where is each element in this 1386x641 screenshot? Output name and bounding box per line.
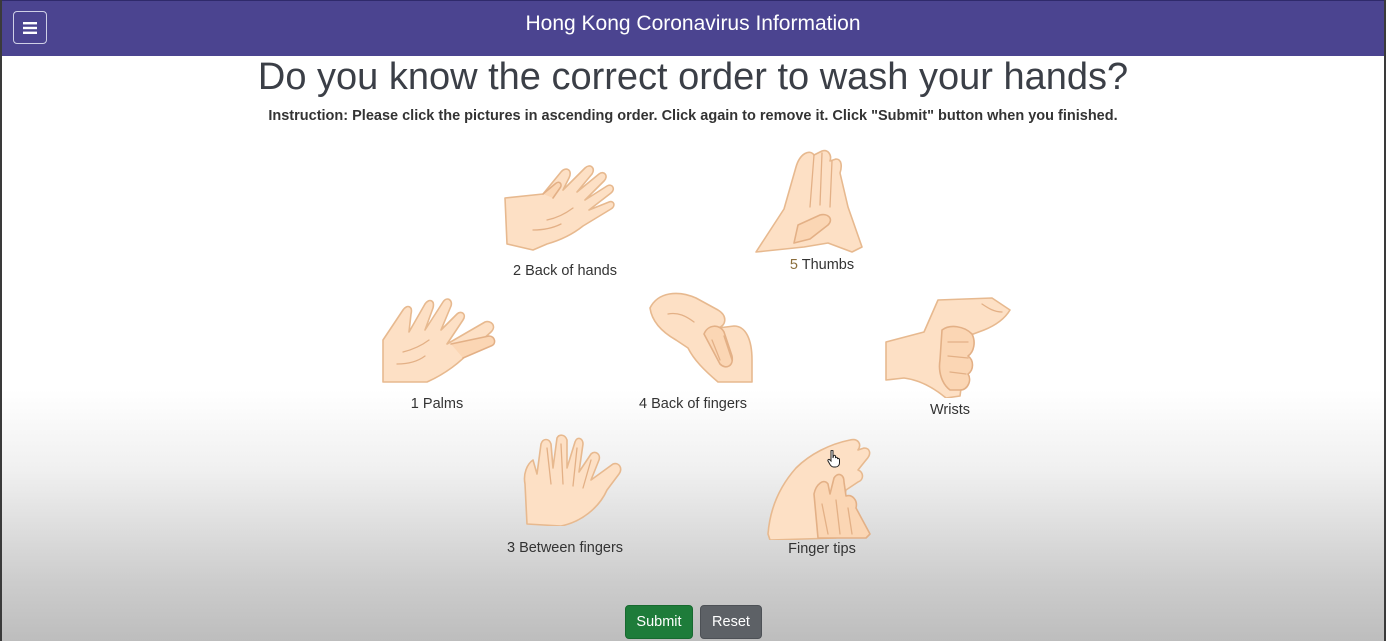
navbar: Hong Kong Coronavirus Information [2,0,1384,56]
step-caption-finger-tips: Finger tips [722,541,922,557]
palms-icon [382,298,496,383]
step-card-finger-tips[interactable]: Finger tips [722,432,922,562]
back-of-fingers-icon [649,292,753,383]
step-caption-palms: 1 Palms [337,396,537,412]
hand-pointer-cursor-icon [827,450,840,468]
back-of-hands-icon [504,165,615,251]
step-caption-back-of-fingers: 4 Back of fingers [593,396,793,412]
step-caption-back-of-hands: 2 Back of hands [465,263,665,279]
step-card-wrists[interactable]: Wrists [850,296,1050,426]
step-card-palms[interactable]: 1 Palms [337,290,537,420]
wrists-icon [885,297,1011,398]
step-name: Wrists [929,402,970,418]
between-fingers-icon [523,434,622,526]
instruction-text: Instruction: Please click the pictures i… [268,108,1118,124]
thumbs-icon [755,149,863,253]
step-card-thumbs[interactable]: 5 Thumbs [722,145,922,280]
finger-tips-icon [767,438,871,540]
step-number: 5 [789,257,798,273]
step-number: 3 [506,540,516,556]
step-name: Palms [422,396,464,412]
step-name: Between fingers [519,540,624,556]
step-card-back-of-hands[interactable]: 2 Back of hands [465,150,665,285]
app-title: Hong Kong Coronavirus Information [525,12,861,35]
page-title: Do you know the correct order to wash yo… [257,56,1129,98]
step-card-between-fingers[interactable]: 3 Between fingers [465,432,665,562]
step-caption-thumbs: 5 Thumbs [722,257,922,273]
step-card-back-of-fingers[interactable]: 4 Back of fingers [593,290,793,420]
step-name: Finger tips [788,541,856,557]
step-number: 1 [410,396,419,412]
submit-button[interactable]: Submit [625,605,693,639]
step-number: 4 [638,396,648,412]
step-name: Back of hands [525,263,617,279]
step-caption-wrists: Wrists [850,402,1050,418]
reset-button[interactable]: Reset [700,605,762,639]
step-number: 2 [512,263,522,279]
step-name: Thumbs [801,257,855,273]
step-name: Back of fingers [651,396,748,412]
step-caption-between-fingers: 3 Between fingers [465,540,665,556]
